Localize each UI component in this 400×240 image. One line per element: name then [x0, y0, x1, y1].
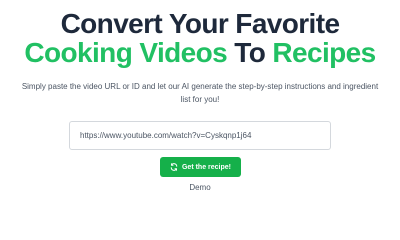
- video-url-input[interactable]: [69, 121, 331, 150]
- get-recipe-button[interactable]: Get the recipe!: [160, 157, 241, 177]
- headline-line-2: Cooking Videos To Recipes: [0, 38, 400, 68]
- headline-highlight-cooking-videos: Cooking Videos: [24, 37, 228, 68]
- get-recipe-label: Get the recipe!: [181, 163, 231, 171]
- refresh-icon: [170, 163, 178, 171]
- demo-link[interactable]: Demo: [0, 183, 400, 192]
- headline-line-1: Convert Your Favorite: [60, 8, 340, 39]
- hero-subtitle: Simply paste the video URL or ID and let…: [21, 82, 379, 104]
- headline-highlight-recipes: Recipes: [272, 37, 376, 68]
- hero-section: Convert Your Favorite Cooking Videos To …: [0, 0, 400, 209]
- headline-to: To: [234, 37, 266, 68]
